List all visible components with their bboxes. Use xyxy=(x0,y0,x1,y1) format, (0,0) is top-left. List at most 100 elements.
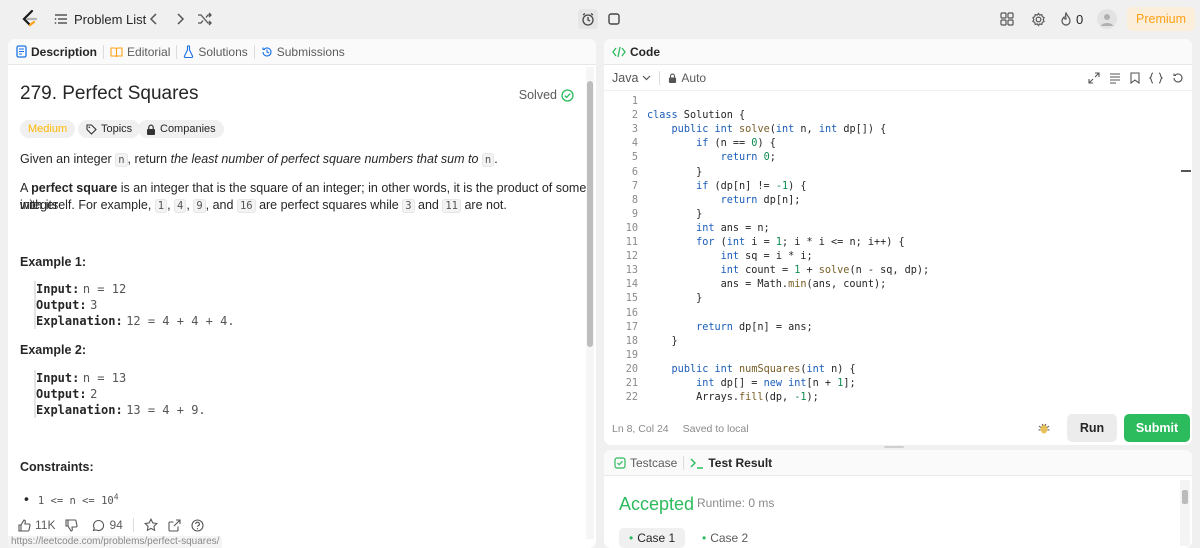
inline-code: 3 xyxy=(402,199,415,213)
description-scrollbar[interactable] xyxy=(586,67,594,539)
autocomplete-toggle[interactable]: Auto xyxy=(668,71,706,85)
statement-text: with itself. For example, xyxy=(20,198,155,212)
tab-testcase[interactable]: Testcase xyxy=(604,456,683,470)
settings-button[interactable] xyxy=(1031,0,1046,38)
code-line[interactable]: 1 xyxy=(604,95,1192,109)
topics-tag[interactable]: Topics xyxy=(78,120,141,138)
problem-title[interactable]: 279. Perfect Squares xyxy=(20,83,199,105)
statement-text: , return xyxy=(127,152,171,166)
help-button[interactable] xyxy=(191,518,204,532)
code-line[interactable]: 4 if (n == 0) { xyxy=(604,137,1192,151)
code-line[interactable]: 12 int sq = i * i; xyxy=(604,250,1192,264)
prev-problem-button[interactable] xyxy=(149,0,159,38)
code-line[interactable]: 22 Arrays.fill(dp, -1); xyxy=(604,391,1192,405)
code-line[interactable]: 7 if (dp[n] != -1) { xyxy=(604,180,1192,194)
line-number: 3 xyxy=(631,124,638,136)
tab-code-label: Code xyxy=(630,44,660,59)
tab-submissions[interactable]: Submissions xyxy=(255,45,351,59)
result-scrollbar[interactable] xyxy=(1180,480,1190,546)
user-avatar[interactable] xyxy=(1097,0,1117,38)
code-line[interactable]: 8 return dp[n]; xyxy=(604,194,1192,208)
scrollbar-thumb[interactable] xyxy=(1182,490,1188,504)
editor-actions xyxy=(1088,71,1184,84)
tab-description[interactable]: Description xyxy=(8,45,103,59)
timer-button[interactable] xyxy=(578,0,598,38)
line-number: 22 xyxy=(625,392,638,404)
bookmark-icon[interactable] xyxy=(1130,71,1140,84)
dislike-button[interactable] xyxy=(65,518,79,532)
code-panel: Code Java Auto 1 2 class Solution {3 publi… xyxy=(604,39,1192,445)
code-line[interactable]: 17 return dp[n] = ans; xyxy=(604,321,1192,335)
case-status-dot: • xyxy=(702,531,707,545)
companies-tag[interactable]: Companies xyxy=(138,120,224,138)
code-line[interactable]: 5 return 0; xyxy=(604,151,1192,165)
favorite-button[interactable] xyxy=(143,518,158,532)
line-number: 5 xyxy=(631,152,638,164)
code-line[interactable]: 9 } xyxy=(604,208,1192,222)
code-line[interactable]: 19 xyxy=(604,349,1192,363)
comment-count: 94 xyxy=(109,518,123,532)
line-source: for (int i = 1; i * i <= n; i++) { xyxy=(696,237,905,248)
code-line[interactable]: 16 xyxy=(604,307,1192,321)
companies-label: Companies xyxy=(160,123,216,135)
save-status: Saved to local xyxy=(682,423,749,435)
statement-text: . xyxy=(494,152,498,166)
code-line[interactable]: 3 public int solve(int n, int dp[]) { xyxy=(604,123,1192,137)
code-line[interactable]: 21 int dp[] = new int[n + 1]; xyxy=(604,377,1192,391)
language-select[interactable]: Java xyxy=(604,71,651,85)
difficulty-badge: Medium xyxy=(20,120,76,138)
note-icon xyxy=(607,12,621,26)
description-footer: 11K 94 xyxy=(8,514,596,536)
example-1-heading: Example 1: xyxy=(20,255,87,269)
random-problem-button[interactable] xyxy=(197,0,213,38)
code-line[interactable]: 10 int ans = n; xyxy=(604,222,1192,236)
code-line[interactable]: 11 for (int i = 1; i * i <= n; i++) { xyxy=(604,236,1192,250)
comments-button[interactable]: 94 xyxy=(92,518,123,532)
next-problem-button[interactable] xyxy=(175,0,185,38)
panel-resize-handle[interactable] xyxy=(884,446,904,448)
inline-code: 9 xyxy=(193,199,206,213)
fullscreen-icon[interactable] xyxy=(1088,71,1100,84)
submit-button[interactable]: Submit xyxy=(1124,414,1190,442)
fire-icon xyxy=(1060,12,1072,26)
scrollbar-thumb[interactable] xyxy=(587,81,593,347)
notes-button[interactable] xyxy=(607,0,621,38)
case-1-tab[interactable]: • Case 1 xyxy=(619,528,686,548)
statement-emphasis: the least number of perfect square numbe… xyxy=(170,152,479,166)
line-source: return dp[n]; xyxy=(720,194,801,206)
code-line[interactable]: 15 } xyxy=(604,292,1192,306)
solved-label: Solved xyxy=(518,88,557,102)
result-status: Accepted xyxy=(619,494,695,514)
star-icon xyxy=(143,518,158,532)
leetcode-logo[interactable] xyxy=(21,0,39,38)
format-icon[interactable] xyxy=(1109,72,1121,84)
tab-code[interactable]: Code xyxy=(604,45,666,59)
code-line[interactable]: 14 ans = Math.min(ans, count); xyxy=(604,278,1192,292)
line-number: 7 xyxy=(631,180,638,192)
streak-counter[interactable]: 0 xyxy=(1060,0,1083,38)
problem-list-button[interactable]: Problem List xyxy=(54,0,146,38)
code-line[interactable]: 2 class Solution { xyxy=(604,109,1192,123)
code-line[interactable]: 13 int count = 1 + solve(n - sq, dp); xyxy=(604,264,1192,278)
tab-test-result[interactable]: Test Result xyxy=(684,456,778,470)
line-source: } xyxy=(647,335,678,347)
layout-button[interactable] xyxy=(1000,0,1014,38)
output-label: Output: xyxy=(36,298,87,312)
run-button[interactable]: Run xyxy=(1067,414,1117,442)
tab-editorial[interactable]: Editorial xyxy=(104,45,176,59)
premium-button[interactable]: Premium xyxy=(1127,0,1196,38)
code-line[interactable]: 18 } xyxy=(604,335,1192,349)
debugger-button[interactable] xyxy=(1037,421,1051,438)
case-2-tab[interactable]: • Case 2 xyxy=(692,528,758,548)
input-label: Input: xyxy=(36,282,80,296)
code-editor[interactable]: 1 2 class Solution {3 public int solve(int… xyxy=(604,95,1192,410)
code-line[interactable]: 6 } xyxy=(604,166,1192,180)
like-button[interactable]: 11K xyxy=(18,518,55,532)
code-line[interactable]: 20 public int numSquares(int n) { xyxy=(604,363,1192,377)
footer-separator xyxy=(132,518,134,532)
line-number: 21 xyxy=(625,378,638,389)
tab-solutions[interactable]: Solutions xyxy=(177,45,253,59)
share-button[interactable] xyxy=(168,518,181,532)
braces-icon[interactable] xyxy=(1149,71,1163,84)
reset-icon[interactable] xyxy=(1172,72,1184,84)
